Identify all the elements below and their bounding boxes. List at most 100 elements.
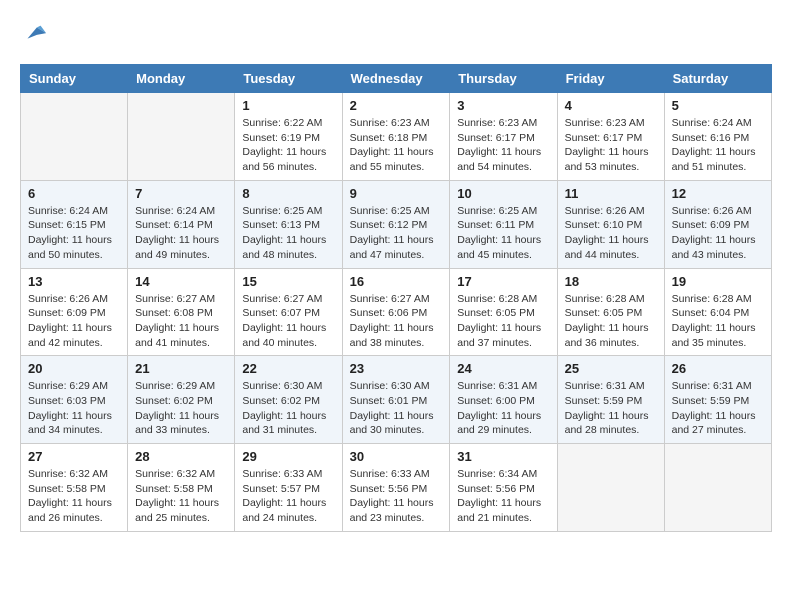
day-info: Sunrise: 6:27 AMSunset: 6:06 PMDaylight:…: [350, 292, 443, 351]
weekday-header: Thursday: [450, 65, 557, 93]
calendar-day-cell: 17 Sunrise: 6:28 AMSunset: 6:05 PMDayligh…: [450, 268, 557, 356]
day-info: Sunrise: 6:34 AMSunset: 5:56 PMDaylight:…: [457, 467, 549, 526]
day-number: 14: [135, 274, 227, 289]
calendar-day-cell: 14 Sunrise: 6:27 AMSunset: 6:08 PMDayligh…: [128, 268, 235, 356]
calendar-day-cell: 30Sunrise: 6:33 AMSunset: 5:56 PMDayligh…: [342, 444, 450, 532]
day-info: Sunrise: 6:28 AMSunset: 6:04 PMDaylight:…: [672, 292, 764, 351]
weekday-header: Tuesday: [235, 65, 342, 93]
day-info: Sunrise: 6:24 AMSunset: 6:14 PMDaylight:…: [135, 204, 227, 263]
calendar-day-cell: 26 Sunrise: 6:31 AMSunset: 5:59 PMDayligh…: [664, 356, 771, 444]
day-number: 1: [242, 98, 334, 113]
calendar-week-row: 13 Sunrise: 6:26 AMSunset: 6:09 PMDayligh…: [21, 268, 772, 356]
calendar-day-cell: 4 Sunrise: 6:23 AMSunset: 6:17 PMDaylight…: [557, 93, 664, 181]
calendar-day-cell: 15 Sunrise: 6:27 AMSunset: 6:07 PMDayligh…: [235, 268, 342, 356]
calendar-day-cell: 11 Sunrise: 6:26 AMSunset: 6:10 PMDayligh…: [557, 180, 664, 268]
calendar-day-cell: 9 Sunrise: 6:25 AMSunset: 6:12 PMDaylight…: [342, 180, 450, 268]
day-info: Sunrise: 6:32 AMSunset: 5:58 PMDaylight:…: [135, 467, 227, 526]
day-info: Sunrise: 6:22 AMSunset: 6:19 PMDaylight:…: [242, 116, 334, 175]
day-number: 31: [457, 449, 549, 464]
day-number: 25: [565, 361, 657, 376]
day-info: Sunrise: 6:26 AMSunset: 6:10 PMDaylight:…: [565, 204, 657, 263]
day-number: 5: [672, 98, 764, 113]
calendar-day-cell: 6 Sunrise: 6:24 AMSunset: 6:15 PMDaylight…: [21, 180, 128, 268]
calendar-day-cell: 23 Sunrise: 6:30 AMSunset: 6:01 PMDayligh…: [342, 356, 450, 444]
calendar-day-cell: 18 Sunrise: 6:28 AMSunset: 6:05 PMDayligh…: [557, 268, 664, 356]
day-number: 30: [350, 449, 443, 464]
day-info: Sunrise: 6:31 AMSunset: 6:00 PMDaylight:…: [457, 379, 549, 438]
day-number: 24: [457, 361, 549, 376]
day-info: Sunrise: 6:28 AMSunset: 6:05 PMDaylight:…: [457, 292, 549, 351]
weekday-header: Saturday: [664, 65, 771, 93]
day-info: Sunrise: 6:29 AMSunset: 6:02 PMDaylight:…: [135, 379, 227, 438]
calendar-day-cell: 3 Sunrise: 6:23 AMSunset: 6:17 PMDaylight…: [450, 93, 557, 181]
calendar-day-cell: 10 Sunrise: 6:25 AMSunset: 6:11 PMDayligh…: [450, 180, 557, 268]
day-number: 3: [457, 98, 549, 113]
day-number: 7: [135, 186, 227, 201]
day-number: 8: [242, 186, 334, 201]
day-number: 26: [672, 361, 764, 376]
calendar-day-cell: 24 Sunrise: 6:31 AMSunset: 6:00 PMDayligh…: [450, 356, 557, 444]
logo-bird-icon: [20, 20, 48, 48]
calendar-day-cell: [557, 444, 664, 532]
day-number: 15: [242, 274, 334, 289]
day-number: 17: [457, 274, 549, 289]
day-info: Sunrise: 6:32 AMSunset: 5:58 PMDaylight:…: [28, 467, 120, 526]
calendar-day-cell: [664, 444, 771, 532]
day-number: 23: [350, 361, 443, 376]
day-info: Sunrise: 6:33 AMSunset: 5:57 PMDaylight:…: [242, 467, 334, 526]
weekday-header: Wednesday: [342, 65, 450, 93]
logo: [20, 20, 52, 48]
calendar-day-cell: 25Sunrise: 6:31 AMSunset: 5:59 PMDayligh…: [557, 356, 664, 444]
day-number: 6: [28, 186, 120, 201]
day-number: 4: [565, 98, 657, 113]
day-info: Sunrise: 6:23 AMSunset: 6:17 PMDaylight:…: [457, 116, 549, 175]
weekday-header: Monday: [128, 65, 235, 93]
day-info: Sunrise: 6:23 AMSunset: 6:17 PMDaylight:…: [565, 116, 657, 175]
day-info: Sunrise: 6:29 AMSunset: 6:03 PMDaylight:…: [28, 379, 120, 438]
calendar-day-cell: 8Sunrise: 6:25 AMSunset: 6:13 PMDaylight…: [235, 180, 342, 268]
day-info: Sunrise: 6:30 AMSunset: 6:01 PMDaylight:…: [350, 379, 443, 438]
calendar-week-row: 1 Sunrise: 6:22 AMSunset: 6:19 PMDaylight…: [21, 93, 772, 181]
calendar-day-cell: 2Sunrise: 6:23 AMSunset: 6:18 PMDaylight…: [342, 93, 450, 181]
day-number: 11: [565, 186, 657, 201]
page-header: [20, 20, 772, 48]
day-number: 22: [242, 361, 334, 376]
day-info: Sunrise: 6:30 AMSunset: 6:02 PMDaylight:…: [242, 379, 334, 438]
calendar-day-cell: 7 Sunrise: 6:24 AMSunset: 6:14 PMDaylight…: [128, 180, 235, 268]
day-number: 10: [457, 186, 549, 201]
calendar-day-cell: 12Sunrise: 6:26 AMSunset: 6:09 PMDayligh…: [664, 180, 771, 268]
day-info: Sunrise: 6:27 AMSunset: 6:07 PMDaylight:…: [242, 292, 334, 351]
calendar-day-cell: 16 Sunrise: 6:27 AMSunset: 6:06 PMDayligh…: [342, 268, 450, 356]
day-number: 16: [350, 274, 443, 289]
day-number: 9: [350, 186, 443, 201]
calendar-day-cell: 31 Sunrise: 6:34 AMSunset: 5:56 PMDayligh…: [450, 444, 557, 532]
day-info: Sunrise: 6:26 AMSunset: 6:09 PMDaylight:…: [28, 292, 120, 351]
day-info: Sunrise: 6:24 AMSunset: 6:16 PMDaylight:…: [672, 116, 764, 175]
day-number: 29: [242, 449, 334, 464]
calendar-day-cell: 1 Sunrise: 6:22 AMSunset: 6:19 PMDaylight…: [235, 93, 342, 181]
calendar-week-row: 20 Sunrise: 6:29 AMSunset: 6:03 PMDayligh…: [21, 356, 772, 444]
day-info: Sunrise: 6:27 AMSunset: 6:08 PMDaylight:…: [135, 292, 227, 351]
day-number: 21: [135, 361, 227, 376]
day-number: 19: [672, 274, 764, 289]
calendar-week-row: 27Sunrise: 6:32 AMSunset: 5:58 PMDayligh…: [21, 444, 772, 532]
day-info: Sunrise: 6:23 AMSunset: 6:18 PMDaylight:…: [350, 116, 443, 175]
day-info: Sunrise: 6:24 AMSunset: 6:15 PMDaylight:…: [28, 204, 120, 263]
day-info: Sunrise: 6:25 AMSunset: 6:12 PMDaylight:…: [350, 204, 443, 263]
day-number: 18: [565, 274, 657, 289]
calendar-day-cell: 28 Sunrise: 6:32 AMSunset: 5:58 PMDayligh…: [128, 444, 235, 532]
calendar-day-cell: 27Sunrise: 6:32 AMSunset: 5:58 PMDayligh…: [21, 444, 128, 532]
day-info: Sunrise: 6:25 AMSunset: 6:11 PMDaylight:…: [457, 204, 549, 263]
calendar-day-cell: 5 Sunrise: 6:24 AMSunset: 6:16 PMDaylight…: [664, 93, 771, 181]
day-number: 20: [28, 361, 120, 376]
day-info: Sunrise: 6:26 AMSunset: 6:09 PMDaylight:…: [672, 204, 764, 263]
day-info: Sunrise: 6:28 AMSunset: 6:05 PMDaylight:…: [565, 292, 657, 351]
calendar-table: SundayMondayTuesdayWednesdayThursdayFrid…: [20, 64, 772, 532]
day-number: 28: [135, 449, 227, 464]
weekday-header: Friday: [557, 65, 664, 93]
calendar-day-cell: 20 Sunrise: 6:29 AMSunset: 6:03 PMDayligh…: [21, 356, 128, 444]
weekday-header: Sunday: [21, 65, 128, 93]
calendar-day-cell: 21 Sunrise: 6:29 AMSunset: 6:02 PMDayligh…: [128, 356, 235, 444]
day-number: 13: [28, 274, 120, 289]
day-info: Sunrise: 6:31 AMSunset: 5:59 PMDaylight:…: [672, 379, 764, 438]
